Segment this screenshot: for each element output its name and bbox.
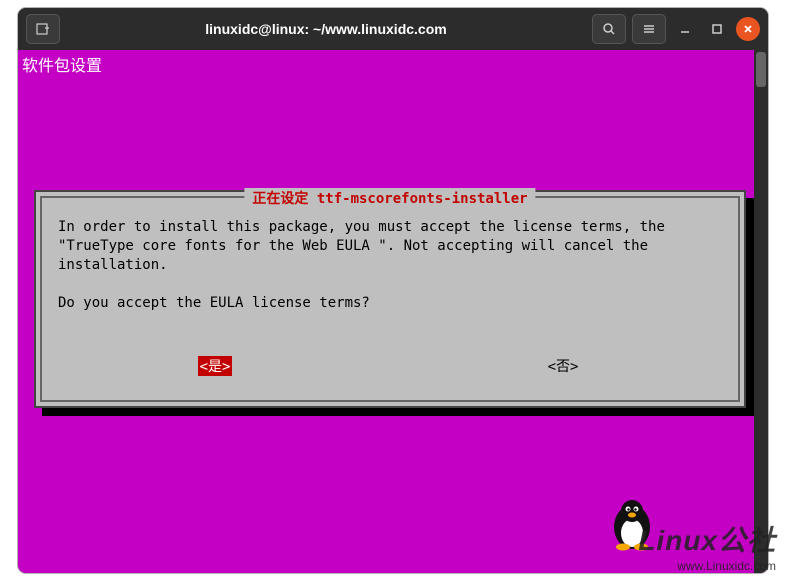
titlebar-left — [26, 14, 60, 44]
search-icon — [601, 21, 617, 37]
close-icon — [740, 21, 756, 37]
hamburger-icon — [641, 21, 657, 37]
search-button[interactable] — [592, 14, 626, 44]
package-config-header: 软件包设置 — [22, 52, 102, 76]
dialog-text-1: In order to install this package, you mu… — [58, 218, 722, 275]
dialog-content: In order to install this package, you mu… — [42, 198, 738, 312]
close-button[interactable] — [736, 17, 760, 41]
dialog-title: 正在设定 ttf-mscorefonts-installer — [244, 188, 535, 208]
titlebar: linuxidc@linux: ~/www.linuxidc.com — [18, 8, 768, 50]
maximize-icon — [709, 21, 725, 37]
dialog-border: 正在设定 ttf-mscorefonts-installer In order … — [40, 196, 740, 402]
debconf-dialog: 正在设定 ttf-mscorefonts-installer In order … — [34, 190, 746, 408]
titlebar-right — [592, 14, 760, 44]
window-title: linuxidc@linux: ~/www.linuxidc.com — [68, 21, 584, 37]
yes-button[interactable]: <是> — [198, 356, 233, 376]
no-button[interactable]: <否> — [544, 356, 583, 376]
dialog-buttons: <是> <否> — [42, 356, 738, 376]
terminal-body: 软件包设置 正在设定 ttf-mscorefonts-installer In … — [18, 50, 768, 573]
minimize-button[interactable] — [672, 16, 698, 42]
new-tab-button[interactable] — [26, 14, 60, 44]
minimize-icon — [677, 21, 693, 37]
menu-button[interactable] — [632, 14, 666, 44]
scrollbar[interactable] — [754, 50, 768, 573]
scrollbar-thumb[interactable] — [756, 52, 766, 87]
terminal-window: linuxidc@linux: ~/www.linuxidc.com — [18, 8, 768, 573]
new-tab-icon — [35, 21, 51, 37]
dialog-text-2: Do you accept the EULA license terms? — [58, 294, 722, 313]
maximize-button[interactable] — [704, 16, 730, 42]
